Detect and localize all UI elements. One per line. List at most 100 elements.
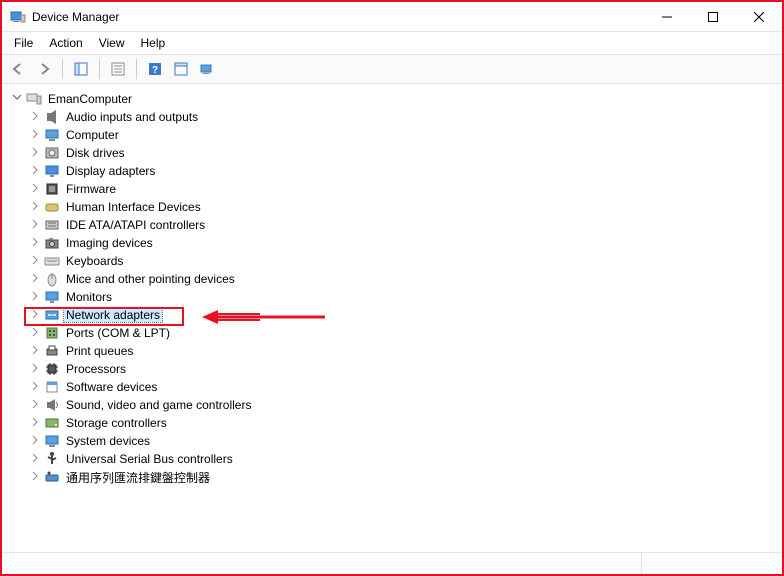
tree-item[interactable]: Universal Serial Bus controllers: [24, 450, 778, 468]
expand-icon[interactable]: [28, 345, 42, 358]
collapse-icon[interactable]: [10, 93, 24, 106]
tree-item-label: Audio inputs and outputs: [64, 110, 200, 124]
tree-item-label: System devices: [64, 434, 152, 448]
print-icon: [44, 343, 60, 359]
tree-item[interactable]: Monitors: [24, 288, 778, 306]
tree-item[interactable]: Computer: [24, 126, 778, 144]
menu-action[interactable]: Action: [41, 34, 90, 52]
tree-item[interactable]: System devices: [24, 432, 778, 450]
expand-icon[interactable]: [28, 327, 42, 340]
minimize-button[interactable]: [644, 2, 690, 32]
devices-button[interactable]: [195, 57, 219, 81]
expand-icon[interactable]: [28, 435, 42, 448]
menu-help[interactable]: Help: [133, 34, 174, 52]
tree-item[interactable]: Audio inputs and outputs: [24, 108, 778, 126]
tree-item-label: Computer: [64, 128, 121, 142]
tree-item[interactable]: Human Interface Devices: [24, 198, 778, 216]
forward-button[interactable]: [32, 57, 56, 81]
tree-item-label: Sound, video and game controllers: [64, 398, 253, 412]
expand-icon[interactable]: [28, 273, 42, 286]
expand-icon[interactable]: [28, 219, 42, 232]
expand-icon[interactable]: [28, 255, 42, 268]
tree-root-label: EmanComputer: [46, 92, 134, 106]
expand-icon[interactable]: [28, 201, 42, 214]
statusbar: [2, 552, 782, 574]
expand-icon[interactable]: [28, 165, 42, 178]
sound-icon: [44, 397, 60, 413]
expand-icon[interactable]: [28, 471, 42, 484]
tree-item-label: Keyboards: [64, 254, 125, 268]
tree-item[interactable]: Storage controllers: [24, 414, 778, 432]
expand-icon[interactable]: [28, 363, 42, 376]
software-icon: [44, 379, 60, 395]
show-hide-tree-button[interactable]: [69, 57, 93, 81]
expand-icon[interactable]: [28, 381, 42, 394]
tree-item[interactable]: Keyboards: [24, 252, 778, 270]
menu-view[interactable]: View: [91, 34, 133, 52]
tree-item-label: Disk drives: [64, 146, 127, 160]
expand-icon[interactable]: [28, 183, 42, 196]
close-button[interactable]: [736, 2, 782, 32]
expand-icon[interactable]: [28, 309, 42, 322]
tree-item-label: Print queues: [64, 344, 135, 358]
tree-item[interactable]: Print queues: [24, 342, 778, 360]
expand-icon[interactable]: [28, 237, 42, 250]
tree-root[interactable]: EmanComputer: [6, 90, 778, 108]
storage-icon: [44, 415, 60, 431]
back-button[interactable]: [6, 57, 30, 81]
maximize-button[interactable]: [690, 2, 736, 32]
tree-item-label: Network adapters: [64, 308, 162, 322]
ide-icon: [44, 217, 60, 233]
usb-kbd-icon: [44, 469, 60, 485]
app-icon: [10, 9, 26, 25]
tree-item[interactable]: Disk drives: [24, 144, 778, 162]
expand-icon[interactable]: [28, 417, 42, 430]
status-cell: [2, 553, 642, 574]
tree-item-label: Mice and other pointing devices: [64, 272, 237, 286]
menu-file[interactable]: File: [6, 34, 41, 52]
svg-text:?: ?: [152, 65, 158, 76]
expand-icon[interactable]: [28, 147, 42, 160]
device-tree[interactable]: EmanComputer Audio inputs and outputs Com…: [2, 84, 782, 552]
computer-icon: [26, 91, 42, 107]
computer-icon: [44, 127, 60, 143]
tree-item[interactable]: Network adapters: [24, 306, 778, 324]
expand-icon[interactable]: [28, 129, 42, 142]
usb-icon: [44, 451, 60, 467]
expand-icon[interactable]: [28, 453, 42, 466]
toolbar-separator: [136, 59, 137, 79]
keyboard-icon: [44, 253, 60, 269]
hid-icon: [44, 199, 60, 215]
expand-icon[interactable]: [28, 111, 42, 124]
tree-item[interactable]: Software devices: [24, 378, 778, 396]
expand-icon[interactable]: [28, 399, 42, 412]
tree-item-label: Display adapters: [64, 164, 157, 178]
tree-item[interactable]: 通用序列匯流排鍵盤控制器: [24, 468, 778, 486]
tree-item[interactable]: IDE ATA/ATAPI controllers: [24, 216, 778, 234]
imaging-icon: [44, 235, 60, 251]
menubar: File Action View Help: [2, 32, 782, 54]
tree-item[interactable]: Sound, video and game controllers: [24, 396, 778, 414]
tree-item-label: Human Interface Devices: [64, 200, 203, 214]
properties-button[interactable]: [106, 57, 130, 81]
tree-item[interactable]: Mice and other pointing devices: [24, 270, 778, 288]
network-icon: [44, 307, 60, 323]
cpu-icon: [44, 361, 60, 377]
system-icon: [44, 433, 60, 449]
mouse-icon: [44, 271, 60, 287]
tree-item-label: Universal Serial Bus controllers: [64, 452, 235, 466]
tree-item-label: Monitors: [64, 290, 114, 304]
tree-item[interactable]: Imaging devices: [24, 234, 778, 252]
scan-hardware-button[interactable]: [169, 57, 193, 81]
tree-item[interactable]: Ports (COM & LPT): [24, 324, 778, 342]
tree-item-label: Software devices: [64, 380, 159, 394]
tree-item-label: IDE ATA/ATAPI controllers: [64, 218, 207, 232]
tree-item[interactable]: Firmware: [24, 180, 778, 198]
tree-item[interactable]: Display adapters: [24, 162, 778, 180]
toolbar-separator: [99, 59, 100, 79]
tree-item-label: Firmware: [64, 182, 118, 196]
expand-icon[interactable]: [28, 291, 42, 304]
help-button[interactable]: ?: [143, 57, 167, 81]
tree-item-label: Imaging devices: [64, 236, 155, 250]
tree-item[interactable]: Processors: [24, 360, 778, 378]
